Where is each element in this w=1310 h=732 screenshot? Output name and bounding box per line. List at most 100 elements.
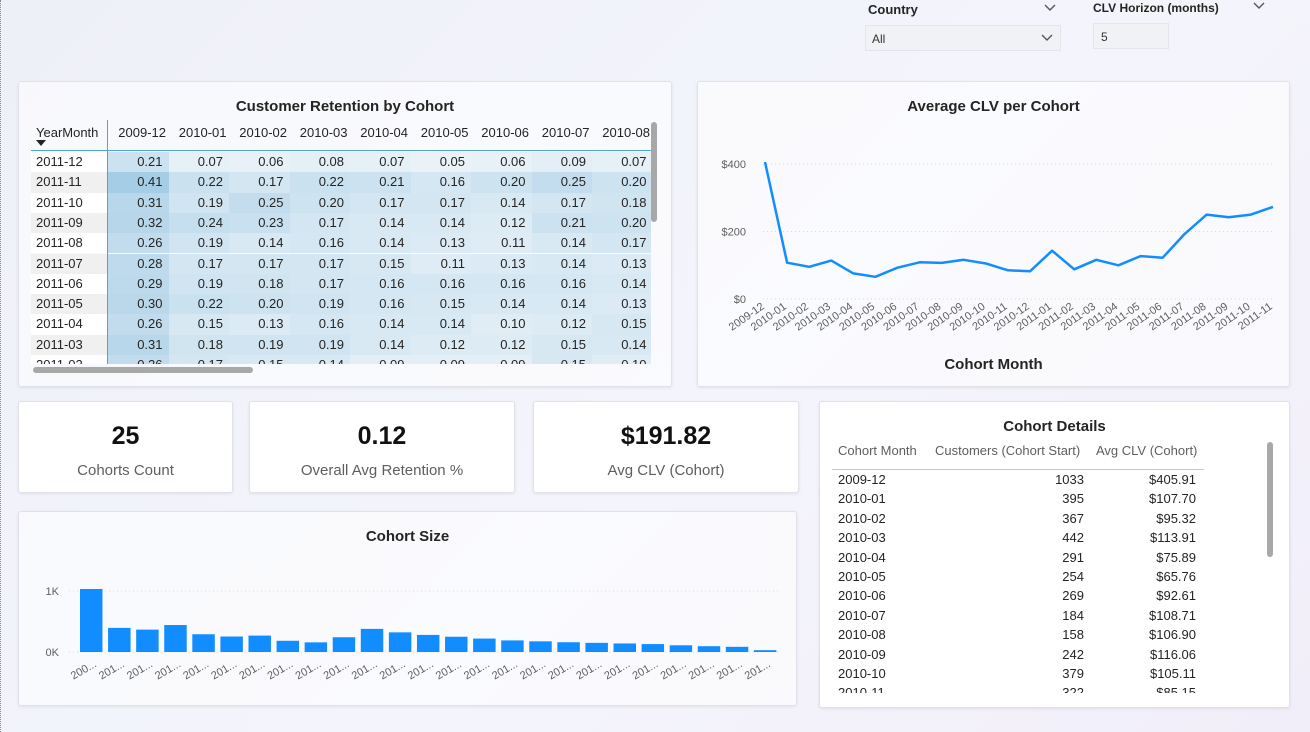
matrix-cell[interactable]: 0.17	[229, 172, 290, 193]
matrix-cell[interactable]: 0.09	[350, 355, 411, 364]
matrix-cell[interactable]: 0.17	[592, 233, 651, 254]
matrix-cell[interactable]: 0.14	[350, 212, 411, 234]
matrix-cell[interactable]: 0.26	[108, 314, 169, 335]
table-row[interactable]: 2010-11 322 $85.15	[832, 683, 1202, 693]
matrix-cell[interactable]: 0.14	[350, 233, 411, 254]
matrix-cell[interactable]: 0.16	[289, 314, 350, 335]
table-row[interactable]: 2010-09 242 $116.06	[832, 645, 1202, 664]
column-header-avg-clv[interactable]: Avg CLV (Cohort)	[1096, 443, 1197, 458]
matrix-cell[interactable]: 0.14	[592, 273, 651, 295]
matrix-cell[interactable]: 0.17	[289, 253, 350, 274]
matrix-cell[interactable]: 0.15	[229, 355, 290, 364]
cohort-size-bar[interactable]	[697, 646, 721, 652]
matrix-column-header[interactable]: 2010-04	[350, 120, 408, 150]
matrix-cell[interactable]: 0.17	[410, 192, 471, 213]
matrix-cell[interactable]: 0.29	[108, 273, 169, 295]
table-row[interactable]: 2010-08 158 $106.90	[832, 625, 1202, 644]
clv-line-chart[interactable]: $0$200$4002009-122010-012010-022010-0320…	[698, 82, 1289, 386]
chevron-down-icon[interactable]	[1252, 1, 1266, 11]
matrix-cell[interactable]: 0.30	[108, 294, 169, 315]
matrix-cell[interactable]: 0.15	[410, 294, 471, 315]
column-header-customers[interactable]: Customers (Cohort Start)	[935, 443, 1080, 458]
matrix-cell[interactable]: 0.23	[229, 212, 290, 234]
matrix-cell[interactable]: 0.19	[229, 334, 290, 355]
matrix-cell[interactable]: 0.25	[229, 192, 290, 213]
matrix-cell[interactable]: 0.19	[168, 233, 229, 254]
table-row[interactable]: 2010-03 442 $113.91	[832, 528, 1202, 547]
matrix-cell[interactable]: 0.17	[168, 253, 229, 274]
table-row[interactable]: 2010-06 269 $92.61	[832, 586, 1202, 605]
matrix-cell[interactable]: 0.16	[531, 273, 592, 295]
country-dropdown[interactable]: All	[865, 25, 1061, 51]
matrix-cell[interactable]: 0.14	[350, 334, 411, 355]
matrix-cell[interactable]: 0.12	[471, 334, 532, 355]
matrix-cell[interactable]: 0.07	[592, 152, 651, 173]
retention-matrix[interactable]: YearMonth 2009-12 2010-01 2010-02 2010-03 20…	[31, 120, 651, 364]
cohort-size-bar[interactable]	[164, 625, 187, 652]
matrix-cell[interactable]: 0.21	[531, 212, 592, 234]
matrix-cell[interactable]: 0.20	[471, 172, 532, 193]
matrix-vertical-scrollbar[interactable]	[651, 122, 657, 222]
matrix-cell[interactable]: 0.18	[168, 334, 229, 355]
table-row[interactable]: 2010-05 254 $65.76	[832, 567, 1202, 586]
matrix-cell[interactable]: 0.06	[229, 152, 290, 173]
matrix-cell[interactable]: 0.14	[471, 192, 532, 213]
matrix-cell[interactable]: 0.15	[592, 314, 651, 335]
matrix-cell[interactable]: 0.07	[168, 152, 229, 173]
cohort-size-bar[interactable]	[192, 634, 215, 652]
matrix-cell[interactable]: 0.21	[108, 152, 169, 173]
matrix-cell[interactable]: 0.14	[289, 355, 350, 364]
cohort-size-bar[interactable]	[753, 650, 777, 652]
cohort-details-table[interactable]: Cohort Month Customers (Cohort Start) Av…	[832, 443, 1212, 693]
clv-horizon-input[interactable]: 5	[1093, 23, 1169, 49]
matrix-cell[interactable]: 0.31	[108, 334, 169, 355]
matrix-cell[interactable]: 0.20	[289, 192, 350, 213]
matrix-cell[interactable]: 0.05	[410, 152, 471, 173]
cohort-size-bar[interactable]	[501, 640, 524, 652]
clv-series-line[interactable]	[763, 161, 1274, 279]
matrix-cell[interactable]: 0.18	[592, 192, 651, 213]
matrix-cell[interactable]: 0.13	[410, 233, 471, 254]
matrix-cell[interactable]: 0.31	[108, 192, 169, 213]
cohort-size-bar[interactable]	[669, 645, 693, 652]
matrix-cell[interactable]: 0.16	[471, 273, 532, 295]
cohort-size-bar[interactable]	[136, 629, 159, 652]
matrix-cell[interactable]: 0.16	[410, 172, 471, 193]
matrix-column-header[interactable]: 2010-03	[290, 120, 348, 150]
cohort-size-bar[interactable]	[641, 644, 665, 652]
cohort-size-bar[interactable]	[108, 627, 131, 652]
matrix-column-header[interactable]: 2010-05	[411, 120, 469, 150]
matrix-column-header[interactable]: 2010-07	[532, 120, 590, 150]
cohort-size-bar[interactable]	[529, 641, 552, 652]
matrix-cell[interactable]: 0.12	[410, 334, 471, 355]
matrix-cell[interactable]: 0.16	[350, 273, 411, 295]
matrix-cell[interactable]: 0.41	[108, 172, 169, 193]
matrix-cell[interactable]: 0.14	[471, 294, 532, 315]
matrix-cell[interactable]: 0.32	[108, 212, 169, 234]
matrix-cell[interactable]: 0.09	[471, 355, 532, 364]
matrix-cell[interactable]: 0.20	[592, 172, 651, 193]
table-row[interactable]: 2010-01 395 $107.70	[832, 489, 1202, 508]
matrix-cell[interactable]: 0.21	[350, 172, 411, 193]
table-row[interactable]: 2010-10 379 $105.11	[832, 664, 1202, 683]
matrix-column-header[interactable]: 2010-02	[229, 120, 287, 150]
matrix-column-header[interactable]: 2009-12	[108, 120, 166, 150]
matrix-cell[interactable]: 0.11	[471, 233, 532, 254]
matrix-cell[interactable]: 0.13	[471, 253, 532, 274]
matrix-cell[interactable]: 0.06	[471, 152, 532, 173]
matrix-cell[interactable]: 0.19	[289, 294, 350, 315]
matrix-cell[interactable]: 0.17	[168, 355, 229, 364]
table-row[interactable]: 2010-07 184 $108.71	[832, 606, 1202, 625]
matrix-cell[interactable]: 0.17	[531, 192, 592, 213]
matrix-column-header[interactable]: 2010-01	[169, 120, 227, 150]
matrix-cell[interactable]: 0.22	[168, 294, 229, 315]
matrix-cell[interactable]: 0.11	[410, 253, 471, 274]
matrix-cell[interactable]: 0.14	[592, 334, 651, 355]
matrix-row-header[interactable]: YearMonth	[36, 120, 98, 150]
matrix-cell[interactable]: 0.19	[289, 334, 350, 355]
matrix-cell[interactable]: 0.13	[229, 314, 290, 335]
matrix-cell[interactable]: 0.17	[350, 192, 411, 213]
matrix-cell[interactable]: 0.13	[592, 294, 651, 315]
cohort-size-bar[interactable]	[332, 637, 356, 652]
matrix-cell[interactable]: 0.26	[108, 355, 169, 364]
